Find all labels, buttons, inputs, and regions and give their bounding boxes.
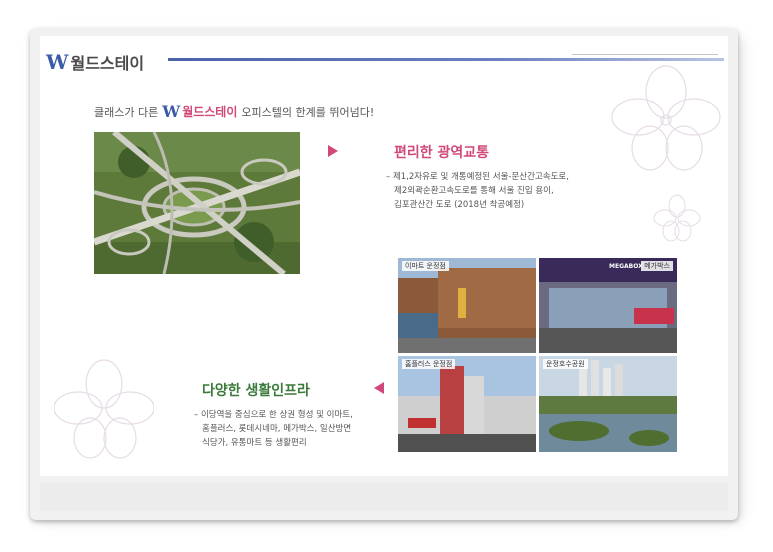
arrow-right-icon <box>328 145 338 157</box>
header-divider <box>168 58 724 61</box>
content-panel: W 월드스테이 클래스가 다른 W 월드스테이 오피스텔의 한계를 뛰어넘다! <box>40 36 728 476</box>
transport-line: 김포관산간 도로 (2018년 착공예정) <box>394 200 525 210</box>
lake-park-caption: 운정호수공원 <box>543 359 588 369</box>
infra-description: – 이당역을 중심으로 한 상권 형성 및 이마트, 홈플러스, 롯데시네마, … <box>194 408 353 450</box>
homeplus-caption: 홈플러스 운정점 <box>402 359 456 369</box>
flower-decoration-small-icon <box>653 194 701 242</box>
transport-line: 제2외곽순환고속도로를 통해 서울 진입 용이, <box>394 186 554 196</box>
infra-line: 홈플러스, 롯데시네마, 메가박스, 일산방면 <box>202 424 352 434</box>
transport-title: 편리한 광역교통 <box>394 145 490 161</box>
infra-line: 식당가, 유통마트 등 생활편리 <box>202 438 307 448</box>
tagline: 클래스가 다른 W 월드스테이 오피스텔의 한계를 뛰어넘다! <box>94 102 374 121</box>
tagline-suffix: 오피스텔의 한계를 뛰어넘다! <box>241 105 375 119</box>
brand-name: 월드스테이 <box>70 54 145 73</box>
lake-park-photo: 운정호수공원 <box>539 356 677 452</box>
emart-photo: 이마트 운정점 <box>398 258 536 353</box>
infra-title: 다양한 생활인프라 <box>202 383 310 399</box>
flower-decoration-left-icon <box>54 359 154 459</box>
homeplus-photo: 홈플러스 운정점 <box>398 356 536 452</box>
megabox-caption: 메가박스 <box>641 261 673 271</box>
brand-w-logo: W <box>46 50 69 74</box>
header-logo: W 월드스테이 <box>46 50 144 74</box>
emart-caption: 이마트 운정점 <box>402 261 449 271</box>
tagline-prefix: 클래스가 다른 <box>94 105 159 119</box>
tagline-brand: 월드스테이 <box>182 105 238 119</box>
arrow-left-icon <box>374 382 384 394</box>
transport-line: – 제1,2자유로 및 개통예정된 서울-문산간고속도로, <box>386 172 569 182</box>
flower-decoration-icon <box>611 65 721 171</box>
tagline-w-logo: W <box>162 102 180 121</box>
megabox-photo: 메가박스 MEGABOX <box>539 258 677 353</box>
bottom-bar <box>40 483 728 511</box>
megabox-sign: MEGABOX <box>609 263 643 270</box>
transport-description: – 제1,2자유로 및 개통예정된 서울-문산간고속도로, 제2외곽순환고속도로… <box>386 170 569 212</box>
infra-line: – 이당역을 중심으로 한 상권 형성 및 이마트, <box>194 410 353 420</box>
highway-interchange-photo <box>94 132 300 274</box>
header-divider-thin <box>572 54 718 55</box>
content-card: W 월드스테이 클래스가 다른 W 월드스테이 오피스텔의 한계를 뛰어넘다! <box>30 28 738 520</box>
